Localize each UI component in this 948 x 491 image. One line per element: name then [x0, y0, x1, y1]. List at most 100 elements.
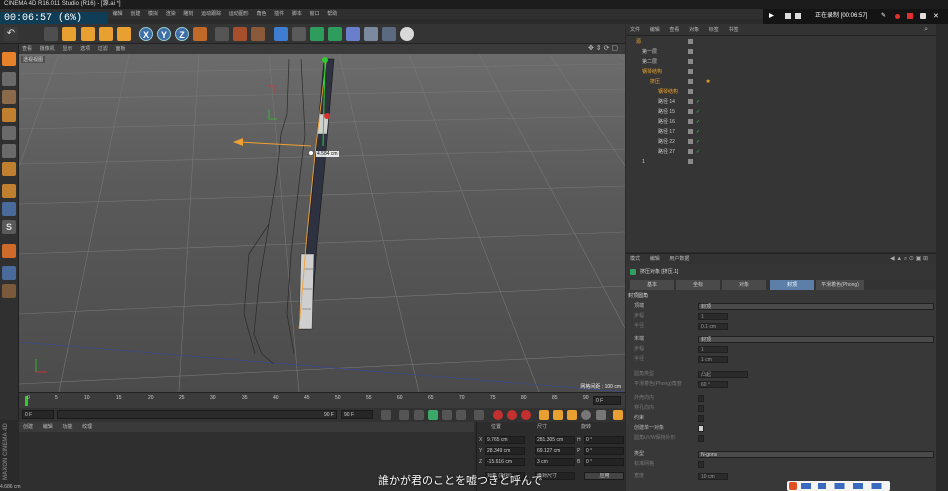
viewport-menu-item[interactable]: 显示	[59, 44, 75, 54]
tab-caps[interactable]: 封顶	[770, 280, 814, 290]
position-y-field[interactable]: 28.349 cm	[485, 447, 525, 455]
workplane-icon[interactable]	[2, 266, 16, 280]
viewport-nav-icon[interactable]: ✥ ⇕ ⟳ ▢	[585, 44, 621, 54]
object-row[interactable]: 钢琴结构	[626, 68, 936, 76]
position-z-field[interactable]: -15.616 cm	[485, 458, 525, 466]
visibility-icon[interactable]	[688, 129, 693, 134]
make-editable-icon[interactable]	[2, 52, 16, 66]
enabled-check-icon[interactable]: ✓	[696, 108, 700, 116]
end-frame-field[interactable]: 90 F	[341, 410, 373, 419]
type-select[interactable]: N-gons	[698, 451, 934, 458]
goto-end-icon[interactable]	[474, 410, 484, 420]
search-icon[interactable]: ⌕	[920, 24, 932, 36]
layout-icon[interactable]	[795, 13, 801, 19]
floor-icon[interactable]	[364, 27, 378, 41]
animation-icon[interactable]	[2, 244, 16, 258]
move-icon[interactable]	[62, 27, 76, 41]
enabled-check-icon[interactable]: ✓	[696, 118, 700, 126]
array-icon[interactable]	[328, 27, 342, 41]
axis-mode-icon[interactable]	[2, 184, 16, 198]
texture-mode-icon[interactable]	[2, 90, 16, 104]
start-steps-field[interactable]: 1	[698, 313, 728, 320]
points-mode-icon[interactable]	[2, 126, 16, 140]
z-axis-lock-icon[interactable]: Z	[175, 27, 189, 41]
pen-icon[interactable]: ✎	[881, 9, 887, 19]
record-icon[interactable]	[895, 14, 900, 19]
tweak-mode-icon[interactable]	[2, 202, 16, 216]
current-frame-field[interactable]: 0 F	[593, 396, 621, 405]
timeline-window-icon[interactable]	[613, 410, 623, 420]
apply-button[interactable]: 应用	[584, 472, 624, 480]
enabled-check-icon[interactable]: ✓	[696, 138, 700, 146]
material-menu-item[interactable]: 功能	[58, 422, 76, 432]
ime-tool-icons[interactable]	[801, 483, 885, 489]
menu-item[interactable]: 编辑	[110, 9, 126, 19]
object-row[interactable]: 路径 14 ✓	[626, 98, 936, 106]
visibility-icon[interactable]	[688, 119, 693, 124]
end-radius-field[interactable]: 1 cm	[698, 356, 728, 363]
object-row[interactable]: 路径 22 ✓	[626, 138, 936, 146]
key-scale-icon[interactable]	[553, 410, 563, 420]
menu-item[interactable]: 角色	[253, 9, 269, 19]
menu-item[interactable]: 创建	[127, 9, 143, 19]
object-row[interactable]: 路径 16 ✓	[626, 118, 936, 126]
edges-mode-icon[interactable]	[2, 144, 16, 158]
prev-key-icon[interactable]	[399, 410, 409, 420]
size-z-field[interactable]: 3 cm	[535, 458, 575, 466]
menu-item[interactable]: 帮助	[324, 9, 340, 19]
side-tabs[interactable]	[936, 24, 948, 491]
size-x-field[interactable]: 281.305 cm	[535, 436, 575, 444]
record-key-icon[interactable]	[493, 410, 503, 420]
scale-icon[interactable]	[81, 27, 95, 41]
rotation-h-field[interactable]: 0 °	[584, 436, 624, 444]
model-mode-icon[interactable]	[2, 72, 16, 86]
cube-icon[interactable]	[274, 27, 288, 41]
perspective-viewport[interactable]: 透视视图 4.584 cm 网格间距 : 100 cm	[19, 54, 625, 392]
menu-item[interactable]: 运动跟踪	[198, 9, 224, 19]
object-row[interactable]: 挤压 ✱	[626, 78, 936, 86]
timeline-ruler[interactable]: 0 5 10 15 20 25 30 35 40 45 50 55 60 65 …	[19, 392, 625, 408]
coordinate-system-icon[interactable]	[193, 27, 207, 41]
object-row[interactable]: 路径 27 ✓	[626, 148, 936, 156]
next-frame-icon[interactable]	[442, 410, 452, 420]
transform-icon[interactable]	[117, 27, 131, 41]
render-view-icon[interactable]	[215, 27, 229, 41]
preview-range-slider[interactable]: 90 F	[57, 410, 337, 419]
lock-workplane-icon[interactable]	[2, 284, 16, 298]
visibility-icon[interactable]	[688, 59, 693, 64]
visibility-icon[interactable]	[688, 139, 693, 144]
pen-spline-icon[interactable]	[292, 27, 306, 41]
menu-item[interactable]: 脚本	[289, 9, 305, 19]
menu-item[interactable]: 运动图形	[226, 9, 252, 19]
object-row[interactable]: 钢琴结构	[626, 88, 936, 96]
start-cap-select[interactable]: 封顶	[698, 303, 934, 310]
object-row[interactable]: 路径 17 ✓	[626, 128, 936, 136]
key-position-icon[interactable]	[539, 410, 549, 420]
regular-grid-checkbox[interactable]	[698, 461, 704, 468]
object-menu-item[interactable]: 对象	[685, 24, 703, 36]
viewport-menu-item[interactable]: 摄像机	[37, 44, 58, 54]
prev-frame-icon[interactable]	[414, 410, 424, 420]
object-row[interactable]: 1	[626, 158, 936, 166]
menu-item[interactable]: 模拟	[145, 9, 161, 19]
rotation-b-field[interactable]: 0 °	[584, 458, 624, 466]
material-menu-item[interactable]: 纹理	[78, 422, 96, 432]
object-menu-item[interactable]: 文件	[626, 24, 644, 36]
key-pla-icon[interactable]	[596, 410, 606, 420]
object-menu-item[interactable]: 标签	[705, 24, 723, 36]
play-arrow-icon[interactable]	[769, 13, 774, 18]
goto-start-icon[interactable]	[381, 410, 391, 420]
enabled-check-icon[interactable]: ✓	[696, 148, 700, 156]
close-icon[interactable]: ✕	[933, 9, 939, 20]
y-axis-lock-icon[interactable]: Y	[157, 27, 171, 41]
keyframe-selection-icon[interactable]	[521, 410, 531, 420]
visibility-icon[interactable]	[688, 69, 693, 74]
next-key-icon[interactable]	[456, 410, 466, 420]
key-parameter-icon[interactable]	[581, 410, 591, 420]
object-row[interactable]: 源	[626, 38, 936, 46]
deformer-icon[interactable]	[346, 27, 360, 41]
hole-inward-checkbox[interactable]	[698, 405, 704, 412]
undo-icon[interactable]: ↶	[4, 27, 18, 41]
render-picture-viewer-icon[interactable]	[233, 27, 247, 41]
visibility-icon[interactable]	[688, 89, 693, 94]
